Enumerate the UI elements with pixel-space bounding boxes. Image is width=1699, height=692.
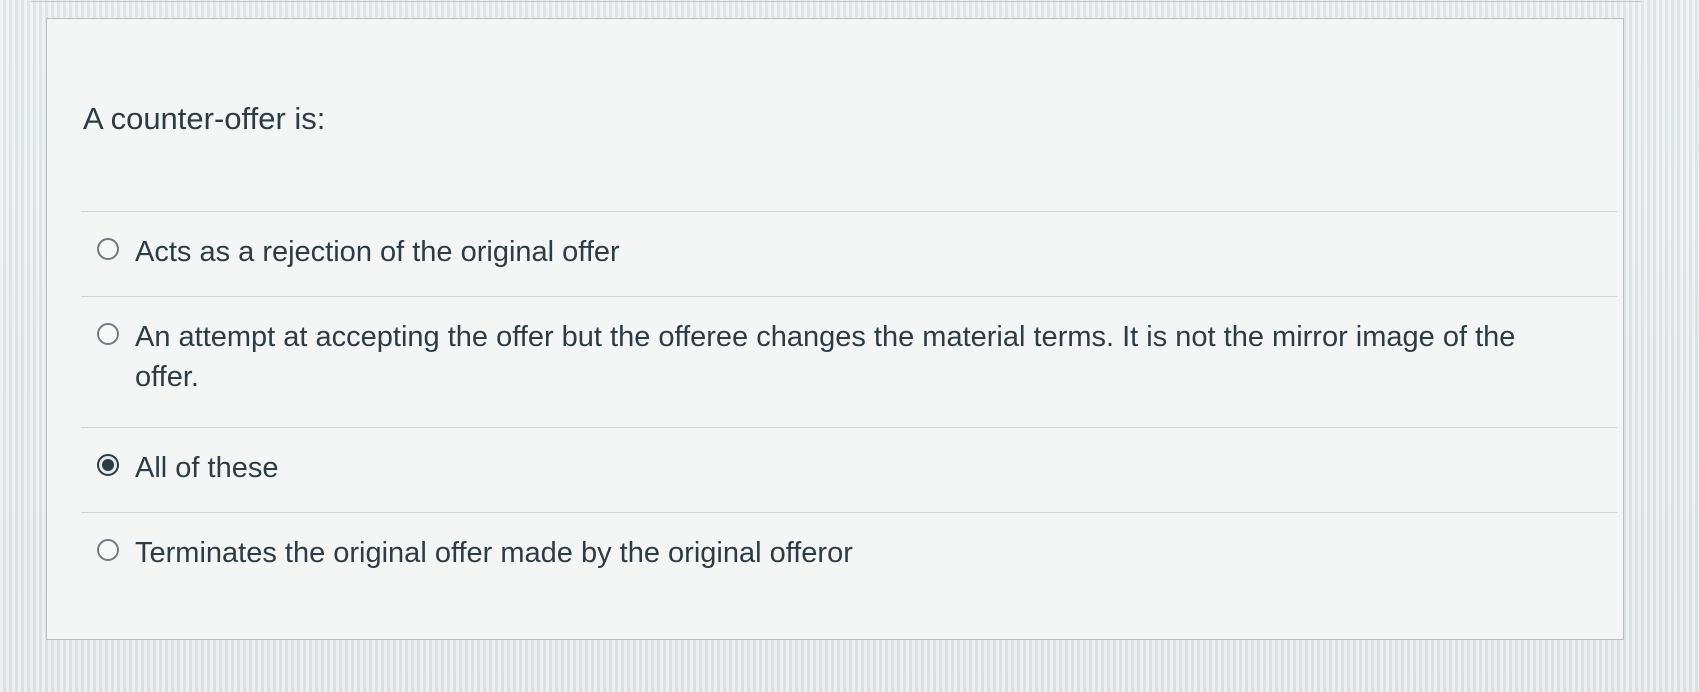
radio-button-unchecked[interactable]	[97, 323, 119, 345]
answer-option[interactable]: Acts as a rejection of the original offe…	[81, 211, 1617, 296]
answer-label: An attempt at accepting the offer but th…	[135, 321, 1516, 393]
answer-label: All of these	[135, 452, 279, 484]
radio-button-unchecked[interactable]	[97, 539, 119, 561]
answer-label: Terminates the original offer made by th…	[135, 537, 853, 569]
answer-option[interactable]: Terminates the original offer made by th…	[81, 512, 1617, 597]
question-card: A counter-offer is: Acts as a rejection …	[31, 1, 1641, 640]
answer-option[interactable]: An attempt at accepting the offer but th…	[81, 296, 1617, 427]
answer-list: Acts as a rejection of the original offe…	[81, 211, 1617, 597]
question-text: A counter-offer is:	[83, 101, 326, 136]
radio-button-unchecked[interactable]	[97, 238, 119, 260]
answer-label: Acts as a rejection of the original offe…	[135, 236, 620, 268]
radio-button-checked[interactable]	[97, 454, 119, 476]
answer-option[interactable]: All of these	[81, 427, 1617, 512]
